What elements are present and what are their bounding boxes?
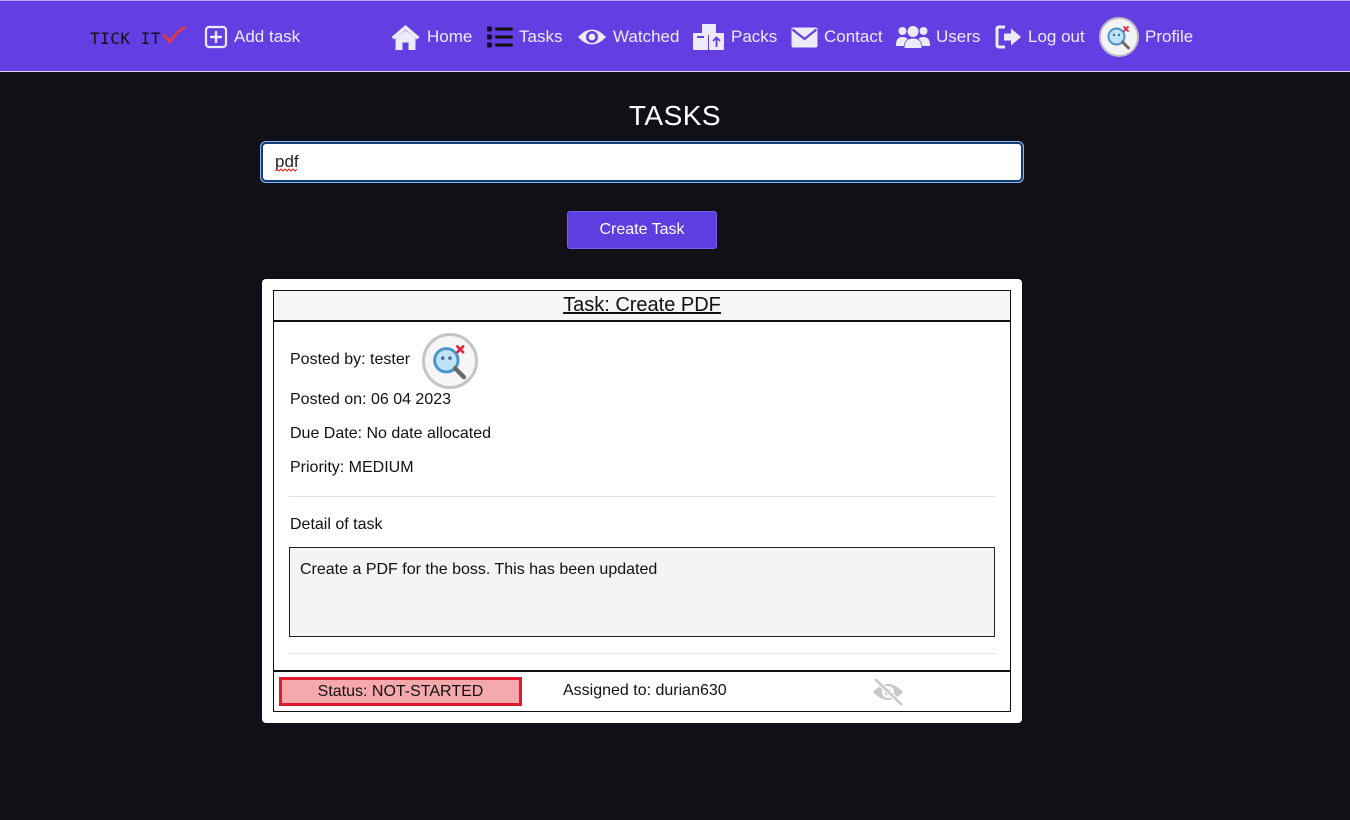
search-input[interactable] xyxy=(261,142,1023,182)
nav-home-label: Home xyxy=(427,27,473,46)
nav-packs[interactable]: Packs xyxy=(692,21,777,53)
create-task-button[interactable]: Create Task xyxy=(567,211,717,249)
plus-square-icon xyxy=(204,25,228,49)
assigned-to: Assigned to: durian630 xyxy=(563,682,727,699)
envelope-icon xyxy=(791,27,818,48)
task-header: Task: Create PDF xyxy=(274,291,1010,322)
divider xyxy=(289,653,995,654)
magnifier-avatar-icon xyxy=(1099,17,1139,57)
nav-users-label: Users xyxy=(936,27,981,46)
posted-by: Posted by: tester xyxy=(290,351,411,368)
status-badge: Status: NOT-STARTED xyxy=(279,677,522,706)
nav-packs-label: Packs xyxy=(731,27,778,46)
brand-logo[interactable]: TICK IT xyxy=(90,25,186,51)
nav-tasks[interactable]: Tasks xyxy=(487,21,562,53)
priority: Priority: MEDIUM xyxy=(290,459,414,476)
nav-contact[interactable]: Contact xyxy=(791,21,883,53)
magnifier-avatar-icon xyxy=(433,345,467,380)
task-detail: Create a PDF for the boss. This has been… xyxy=(289,547,995,637)
boxes-icon xyxy=(692,23,725,51)
sign-out-icon xyxy=(995,25,1022,49)
detail-label: Detail of task xyxy=(290,516,383,533)
house-icon xyxy=(390,23,421,51)
nav-profile-label: Profile xyxy=(1145,27,1194,46)
task-card: Task: Create PDF Posted by: tester Poste… xyxy=(262,279,1022,723)
nav-add-task-label: Add task xyxy=(234,27,301,46)
checkmark-icon xyxy=(162,26,186,44)
spellcheck-underline xyxy=(275,168,298,172)
list-icon xyxy=(487,26,513,48)
task-card-inner: Task: Create PDF Posted by: tester Poste… xyxy=(273,290,1011,712)
nav-logout[interactable]: Log out xyxy=(995,21,1085,53)
nav-watched-label: Watched xyxy=(613,27,680,46)
eye-icon xyxy=(577,26,607,48)
brand-name: TICK IT xyxy=(90,28,161,48)
task-title-link[interactable]: Task: Create PDF xyxy=(563,294,721,316)
nav-contact-label: Contact xyxy=(824,27,883,46)
nav-tasks-label: Tasks xyxy=(519,27,563,46)
due-date: Due Date: No date allocated xyxy=(290,425,492,442)
page-title: TASKS xyxy=(628,100,722,131)
task-footer: Status: NOT-STARTED Assigned to: durian6… xyxy=(274,670,1010,711)
nav-add-task[interactable]: Add task xyxy=(204,21,300,53)
users-icon xyxy=(896,25,930,49)
nav-watched[interactable]: Watched xyxy=(577,21,679,53)
profile-avatar xyxy=(1099,17,1139,57)
eye-slash-icon[interactable] xyxy=(871,677,905,711)
nav-profile[interactable]: Profile xyxy=(1099,17,1193,57)
nav-home[interactable]: Home xyxy=(390,21,472,53)
divider xyxy=(289,496,995,497)
nav-logout-label: Log out xyxy=(1028,27,1085,46)
poster-avatar[interactable] xyxy=(422,333,478,389)
nav-users[interactable]: Users xyxy=(896,21,980,53)
posted-on: Posted on: 06 04 2023 xyxy=(290,391,452,408)
navbar: TICK IT Add task Home Tasks Watched Pack… xyxy=(0,0,1350,72)
